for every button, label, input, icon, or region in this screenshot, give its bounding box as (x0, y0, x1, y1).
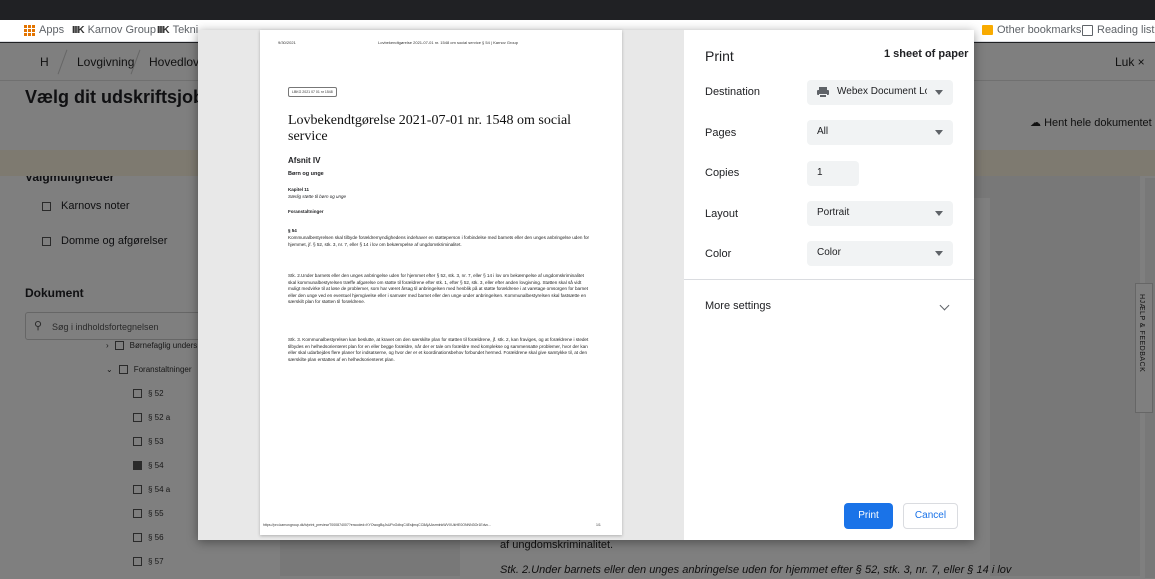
sheet-title: Lovbekendtgørelse 2021-07-01 nr. 1548 om… (288, 113, 572, 144)
sheet-header-title: Lovbekendtgørelse 2021-07-01 nr. 1548 om… (378, 40, 519, 45)
sheet-foranst: Foranstaltninger (288, 209, 324, 214)
sheet-afsnit: Afsnit IV (288, 156, 321, 165)
dropdown-caret-icon (935, 130, 943, 135)
sheet-kapitel-sub: Særlig støtte til børn og unge (288, 194, 347, 199)
print-title: Print (705, 48, 734, 64)
browser-top-bar (0, 0, 1155, 20)
layout-select[interactable]: Portrait (807, 201, 953, 226)
dropdown-caret-icon (935, 211, 943, 216)
destination-label: Destination (705, 86, 761, 98)
reading-list-label: Reading list (1097, 24, 1155, 36)
dropdown-caret-icon (935, 251, 943, 256)
color-value: Color (817, 247, 841, 258)
reading-list[interactable]: Reading list (1082, 24, 1154, 36)
pages-label: Pages (705, 127, 737, 139)
bookmark-other[interactable]: Other bookmarks (982, 24, 1081, 36)
print-dialog: 9/30/2021 Lovbekendtgørelse 2021-07-01 n… (198, 30, 974, 540)
bookmark-teknik-label: Tekni (172, 24, 199, 36)
layout-label: Layout (705, 208, 739, 220)
bookmark-apps[interactable]: Apps (24, 24, 64, 36)
sheet-paragraph-2: Stk. 2.Under barnets eller den unges anb… (288, 273, 589, 305)
more-settings[interactable]: More settings (705, 300, 771, 312)
bookmark-teknik[interactable]: IIIK Tekni (157, 24, 198, 36)
sheet-para-num: § 54 (288, 228, 297, 233)
bookmark-karnov[interactable]: IIIK Karnov Group (72, 24, 156, 36)
karnov-logo-icon: IIIK (72, 24, 85, 36)
karnov-logo-icon: IIIK (157, 24, 170, 36)
sheet-paragraph-1: Kommunalbestyrelsen skal tilbyde forældr… (288, 235, 590, 247)
bookmark-other-label: Other bookmarks (997, 24, 1082, 36)
sheet-badge: LBKG 2021 07 01 nr 1548 (288, 87, 337, 97)
pages-select[interactable]: All (807, 120, 953, 145)
reading-list-icon (1082, 24, 1093, 36)
sheet-kapitel: Kapitel 11 (288, 187, 310, 192)
sheet-paragraph-3: Stk. 3. Kommunalbestyrelsen kan beslutte… (288, 337, 589, 362)
layout-value: Portrait (817, 207, 850, 218)
sheet-date: 9/30/2021 (278, 40, 296, 45)
cancel-button[interactable]: Cancel (903, 503, 958, 529)
sheet-count: 1 sheet of paper (884, 48, 969, 60)
color-label: Color (705, 248, 732, 260)
dropdown-caret-icon (935, 90, 943, 95)
sheet-footer-url: https://pro.karnovgroup.dk/b/print_previ… (263, 523, 492, 527)
bookmark-apps-label: Apps (39, 24, 65, 36)
copies-input[interactable]: 1 (807, 161, 859, 186)
print-button[interactable]: Print (844, 503, 893, 529)
preview-sheet: 9/30/2021 Lovbekendtgørelse 2021-07-01 n… (260, 30, 622, 535)
sheet-footer-page: 1/1 (596, 523, 601, 527)
settings-divider (684, 279, 974, 280)
pages-value: All (817, 126, 829, 137)
destination-value: Webex Document Loa (837, 86, 927, 97)
print-preview: 9/30/2021 Lovbekendtgørelse 2021-07-01 n… (198, 30, 684, 540)
apps-grid-icon (24, 24, 35, 36)
chevron-down-icon[interactable] (939, 300, 950, 311)
folder-icon (982, 25, 993, 35)
color-select[interactable]: Color (807, 241, 953, 266)
copies-label: Copies (705, 167, 740, 179)
bookmark-karnov-label: Karnov Group (87, 24, 157, 36)
destination-select[interactable]: Webex Document Loa (807, 80, 953, 105)
sheet-born: Børn og unge (288, 171, 324, 177)
print-settings: Print 1 sheet of paper Destination Webex… (684, 30, 974, 540)
printer-icon (817, 87, 829, 98)
